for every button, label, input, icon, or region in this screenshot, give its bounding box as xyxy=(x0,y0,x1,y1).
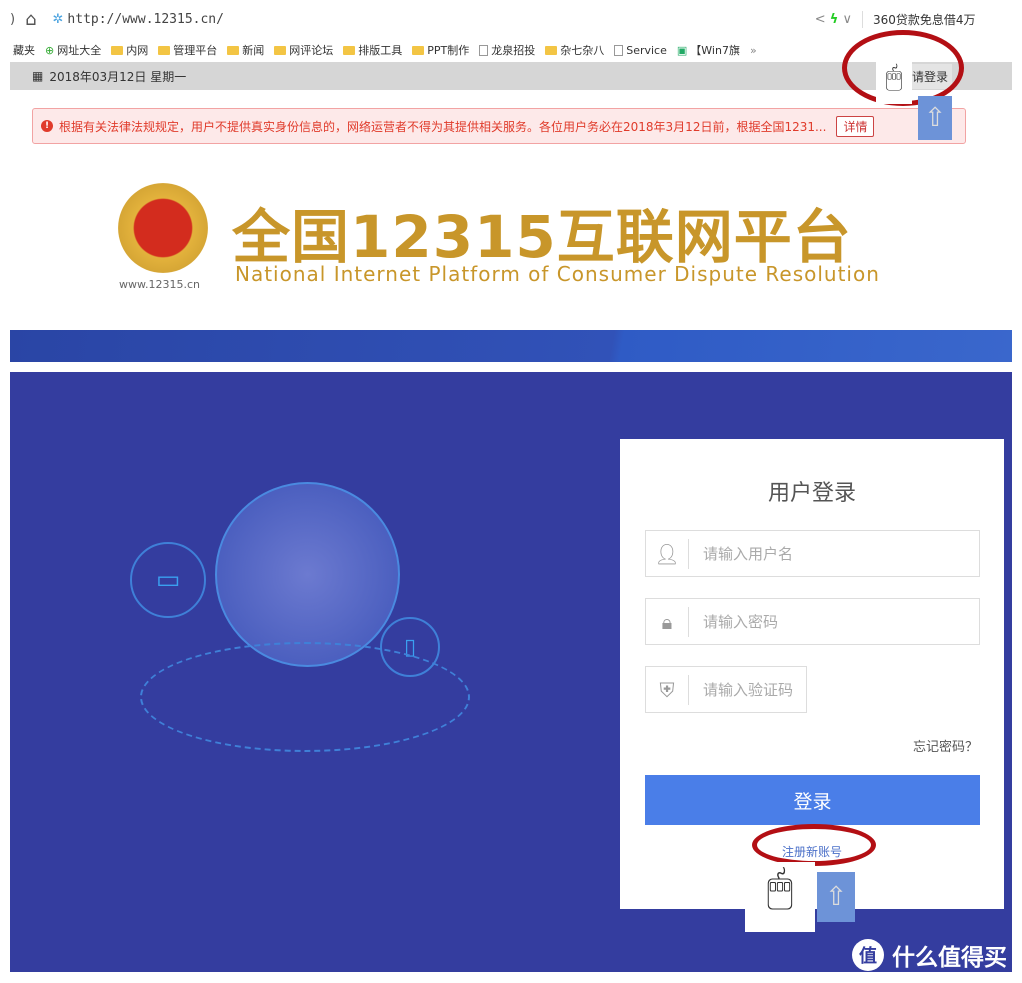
forgot-password-link[interactable]: 忘记密码？ xyxy=(913,736,978,755)
password-placeholder: 请输入密码 xyxy=(703,613,779,631)
annotation-circle-register xyxy=(752,824,876,866)
share-icon[interactable]: < ϟ ∨ xyxy=(815,12,852,27)
username-placeholder: 请输入用户名 xyxy=(703,545,794,563)
globe-icon: ⊕ xyxy=(45,43,55,57)
bookmark-item[interactable]: PPT制作 xyxy=(412,42,469,58)
lock-icon: 🔒︎ xyxy=(646,606,689,637)
emblem-logo xyxy=(118,183,208,273)
shield-check-icon: ⛨ xyxy=(646,674,689,705)
arrow-up-icon: ⇧ xyxy=(817,872,855,922)
bookmark-item[interactable]: Service xyxy=(614,44,667,57)
username-input[interactable]: 👤︎ 请输入用户名 xyxy=(645,530,980,577)
calendar-icon: ▦ xyxy=(32,69,44,83)
page-icon xyxy=(614,44,624,56)
bookmark-label: 管理平台 xyxy=(173,44,218,57)
bookmark-label: 藏夹 xyxy=(13,44,35,57)
bookmark-item[interactable]: 排版工具 xyxy=(343,42,402,58)
bookmark-item[interactable]: ⊕ 网址大全 xyxy=(45,42,101,58)
password-input[interactable]: 🔒︎ 请输入密码 xyxy=(645,598,980,645)
win-icon: ▣ xyxy=(676,43,688,57)
watermark: 值 什么值得买 xyxy=(852,938,1007,972)
folder-icon xyxy=(158,45,171,55)
page-subtitle: National Internet Platform of Consumer D… xyxy=(235,262,880,286)
folder-icon xyxy=(111,45,124,55)
folder-icon xyxy=(274,45,287,55)
bookmark-item[interactable]: 龙泉招投 xyxy=(479,42,535,58)
monitor-icon: ▭ xyxy=(130,542,206,618)
bookmark-item[interactable]: 网评论坛 xyxy=(274,42,333,58)
nav-stripe xyxy=(10,330,1012,362)
bookmark-item[interactable]: 新闻 xyxy=(227,42,264,58)
notice-banner: ! 根据有关法律法规规定，用户不提供真实身份信息的，网络运营者不得为其提供相关服… xyxy=(32,108,966,144)
captcha-placeholder: 请输入验证码 xyxy=(703,681,794,699)
bookmark-item[interactable]: 内网 xyxy=(111,42,148,58)
folder-icon xyxy=(227,45,240,55)
mouse-icon: 🖱︎ xyxy=(876,60,912,104)
notice-text: 根据有关法律法规规定，用户不提供真实身份信息的，网络运营者不得为其提供相关服务。… xyxy=(59,119,827,134)
alert-icon: ! xyxy=(41,120,53,132)
bookmark-item[interactable]: 杂七杂八 xyxy=(545,42,604,58)
address-bar: ) ⌂ ✲ http://www.12315.cn/ < ϟ ∨ 360贷款免息… xyxy=(0,0,1022,38)
bookmark-label: 【Win7旗 xyxy=(690,44,740,57)
detail-button[interactable]: 详情 xyxy=(836,115,875,137)
bookmark-item[interactable]: ▣ 【Win7旗 xyxy=(677,42,740,58)
login-button[interactable]: 登录 xyxy=(645,775,980,825)
current-date: 2018年03月12日 星期一 xyxy=(49,69,187,84)
mouse-icon: 🖱︎ xyxy=(745,862,815,932)
bookmark-label: 排版工具 xyxy=(358,44,403,57)
bookmark-label: 杂七杂八 xyxy=(560,44,605,57)
url-field[interactable]: http://www.12315.cn/ xyxy=(67,12,224,27)
platform-ring xyxy=(140,642,470,752)
search-suggestion[interactable]: 360贷款免息借4万 xyxy=(862,10,1022,28)
bookmarks-more-button[interactable]: » xyxy=(750,44,757,57)
bookmark-label: 网评论坛 xyxy=(289,44,334,57)
bookmark-label: 龙泉招投 xyxy=(491,44,536,57)
bookmark-label: 新闻 xyxy=(242,44,265,57)
bookmark-label: 网址大全 xyxy=(57,44,102,57)
captcha-input[interactable]: ⛨ 请输入验证码 xyxy=(645,666,807,713)
watermark-badge: 值 xyxy=(852,939,884,971)
watermark-text: 什么值得买 xyxy=(892,945,1007,971)
arrow-up-icon: ⇧ xyxy=(918,96,952,140)
bookmark-item[interactable]: 管理平台 xyxy=(158,42,217,58)
folder-icon xyxy=(343,45,356,55)
customer-service-illustration xyxy=(215,482,400,667)
site-domain: www.12315.cn xyxy=(119,278,200,291)
page-icon xyxy=(479,44,489,56)
bookmark-item[interactable]: 藏夹 xyxy=(10,42,35,58)
folder-icon xyxy=(412,45,425,55)
folder-icon xyxy=(545,45,558,55)
login-title: 用户登录 xyxy=(767,481,856,506)
forward-icon[interactable]: ) xyxy=(10,12,15,27)
site-icon: ✲ xyxy=(52,11,64,27)
user-icon: 👤︎ xyxy=(646,538,689,569)
bookmark-label: Service xyxy=(626,43,667,57)
bookmark-label: PPT制作 xyxy=(427,44,470,57)
home-icon[interactable]: ⌂ xyxy=(25,9,36,30)
bookmark-label: 内网 xyxy=(126,44,149,57)
